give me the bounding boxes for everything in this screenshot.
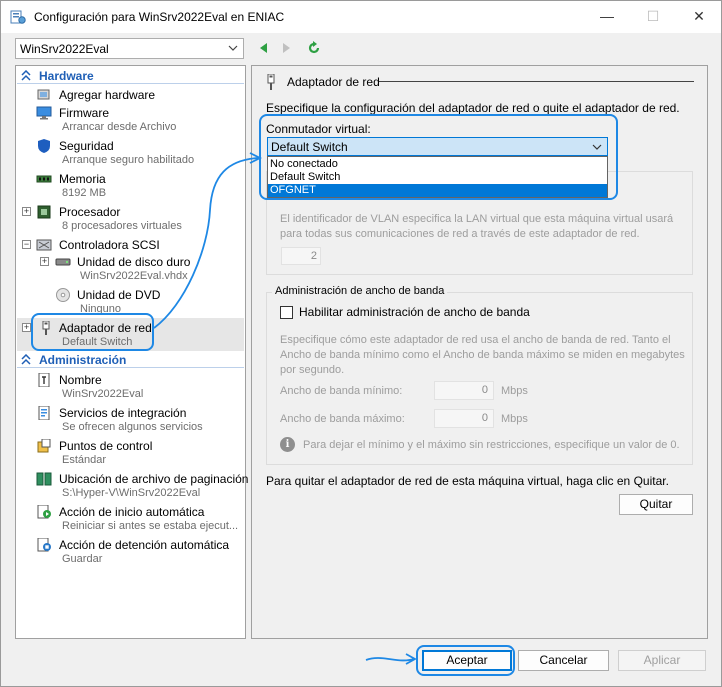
arrow-to-ok <box>365 657 415 662</box>
virtual-switch-options-list: No conectado Default Switch OFGNET <box>267 156 608 198</box>
switch-option-not-connected[interactable]: No conectado <box>268 158 607 171</box>
arrow-tree-to-switch <box>153 157 259 329</box>
annotation-arrows <box>153 152 417 665</box>
switch-option-ofgnet[interactable]: OFGNET <box>268 184 607 197</box>
switch-option-default-switch[interactable]: Default Switch <box>268 171 607 184</box>
